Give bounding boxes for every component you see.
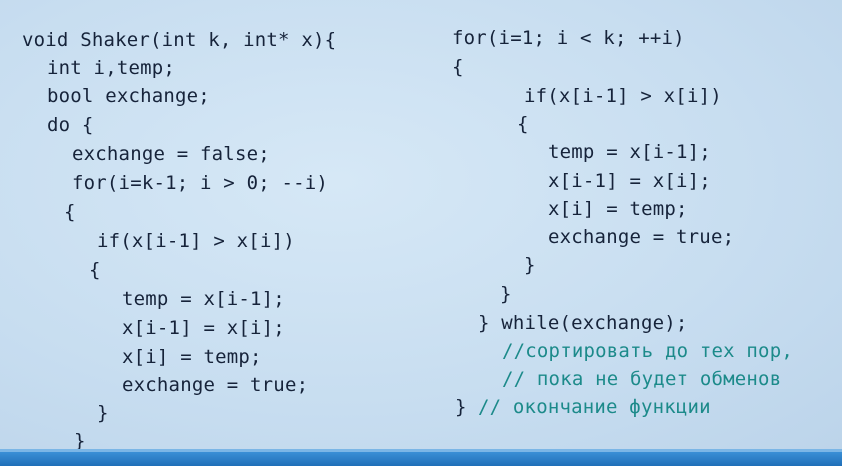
code-line-brace-open: { [517,113,529,135]
code-line-brace-close: } [524,254,536,276]
code-line-do-open: do { [47,114,94,136]
code-comment-no-swaps: // пока не будет обменов [502,368,782,390]
code-line-declare-exchange: bool exchange; [47,85,210,107]
code-line-function-signature: void Shaker(int k, int* x){ [22,29,337,51]
code-line-temp-assign: temp = x[i-1]; [548,141,711,163]
code-line-if-compare: if(x[i-1] > x[i]) [524,85,722,107]
code-line-for-backward: for(i=k-1; i > 0; --i) [72,172,329,194]
code-line-declare-i-temp: int i,temp; [47,57,176,79]
code-line-if-compare: if(x[i-1] > x[i]) [97,230,295,252]
code-line-xi-temp: x[i] = temp; [548,198,688,220]
code-line-brace-close: } [500,283,512,305]
code-line-swap-assign: x[i-1] = x[i]; [122,317,285,339]
code-comment-sort-until: //сортировать до тех пор, [502,340,793,362]
code-line-exchange-true: exchange = true; [548,226,735,248]
code-line-brace-open: { [89,259,101,281]
presentation-slide: void Shaker(int k, int* x){ int i,temp; … [0,0,842,452]
code-line-swap-assign: x[i-1] = x[i]; [548,170,711,192]
code-line-brace-close: } [97,402,109,424]
code-line-brace-open: { [64,201,76,223]
code-line-exchange-false: exchange = false; [72,143,270,165]
code-line-exchange-true: exchange = true; [122,374,309,396]
code-line-for-forward: for(i=1; i < k; ++i) [452,27,685,49]
code-line-while-exchange: } while(exchange); [478,312,688,334]
code-line-xi-temp: x[i] = temp; [122,346,262,368]
code-line-temp-assign: temp = x[i-1]; [122,288,285,310]
code-line-brace-open: { [452,56,464,78]
code-listing: void Shaker(int k, int* x){ int i,temp; … [0,0,842,452]
code-line-function-close: } [455,396,467,418]
slide-footer-bar [0,452,842,466]
code-comment-end-function: // окончание функции [478,396,711,418]
